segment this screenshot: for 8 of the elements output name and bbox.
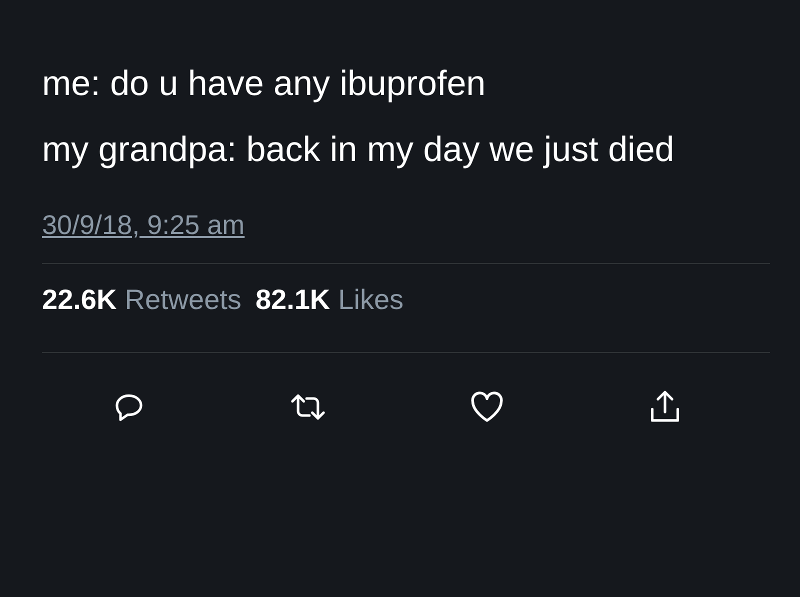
timestamp-link[interactable]: 30/9/18, 9:25 am [42, 210, 245, 241]
stat-count: 82.1K [255, 284, 330, 316]
tweet-text: my grandpa: back in my day we just died [42, 129, 676, 171]
stat-label: Likes [338, 284, 404, 316]
stat-count: 22.6K [42, 284, 117, 316]
tweet-text: me: do u have any ibuprofen [42, 63, 487, 105]
stat-label: Retweets [124, 284, 242, 316]
heart-icon[interactable] [469, 390, 506, 424]
